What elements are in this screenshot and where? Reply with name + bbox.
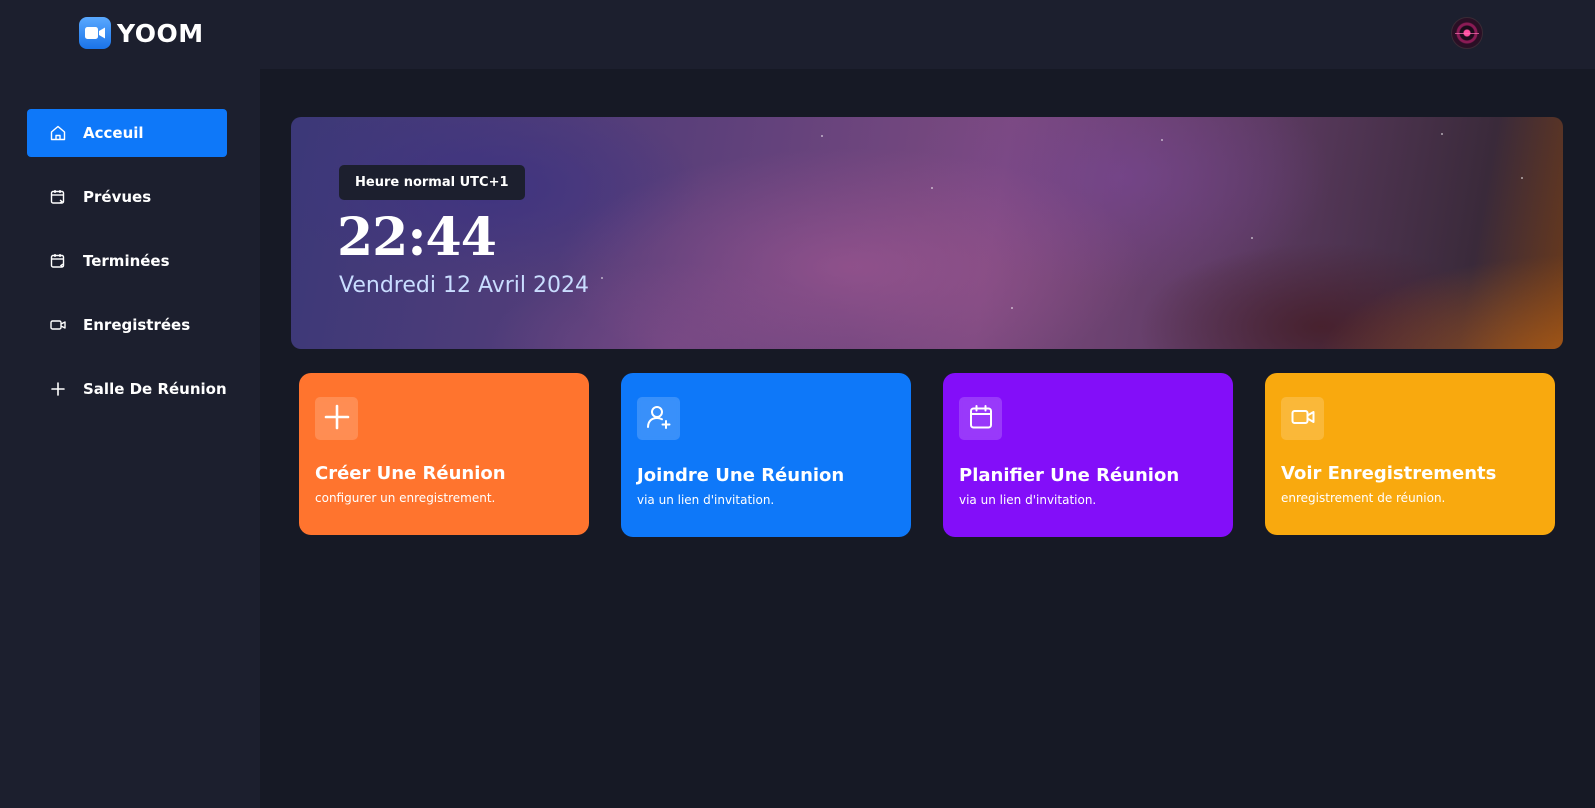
sidebar-item-salle-de-reunion[interactable]: Salle De Réunion	[27, 365, 227, 413]
sidebar-item-label: Enregistrées	[83, 316, 191, 334]
current-date: Vendredi 12 Avril 2024	[339, 273, 589, 298]
user-avatar[interactable]	[1451, 17, 1483, 49]
card-icon-box	[1281, 397, 1324, 440]
card-subtitle: via un lien d'invitation.	[959, 493, 1097, 507]
card-icon-box	[315, 397, 358, 440]
card-icon-box	[637, 397, 680, 440]
sidebar-item-label: Salle De Réunion	[83, 380, 227, 398]
app-name: YOOM	[117, 18, 204, 48]
avatar-decoration	[1455, 33, 1479, 34]
schedule-meeting-card[interactable]: Planifier Une Réunion via un lien d'invi…	[943, 373, 1233, 537]
plus-icon	[323, 403, 351, 435]
video-icon	[1289, 403, 1317, 435]
card-icon-box	[959, 397, 1002, 440]
video-camera-logo-icon	[79, 17, 111, 49]
card-title: Voir Enregistrements	[1281, 463, 1497, 484]
sidebar-item-acceuil[interactable]: Acceuil	[27, 109, 227, 157]
sidebar-item-label: Prévues	[83, 188, 152, 206]
star	[1251, 237, 1253, 239]
star	[1521, 177, 1523, 179]
video-icon	[49, 316, 67, 334]
join-meeting-card[interactable]: Joindre Une Réunion via un lien d'invita…	[621, 373, 911, 537]
sidebar-item-terminees[interactable]: Terminées	[27, 237, 227, 285]
card-subtitle: enregistrement de réunion.	[1281, 491, 1446, 505]
view-recordings-card[interactable]: Voir Enregistrements enregistrement de r…	[1265, 373, 1555, 535]
add-user-icon	[645, 403, 673, 435]
star	[1011, 307, 1013, 309]
calendar-upcoming-icon	[49, 188, 67, 206]
current-time: 22:44	[337, 207, 497, 268]
star	[931, 187, 933, 189]
hero-banner: Heure normal UTC+1 22:44 Vendredi 12 Avr…	[291, 117, 1563, 349]
star	[601, 277, 603, 279]
create-meeting-card[interactable]: Créer Une Réunion configurer un enregist…	[299, 373, 589, 535]
sidebar-item-enregistrees[interactable]: Enregistrées	[27, 301, 227, 349]
plus-icon	[49, 380, 67, 398]
home-icon	[49, 124, 67, 142]
star	[1441, 133, 1443, 135]
card-title: Joindre Une Réunion	[637, 465, 845, 486]
sidebar-item-label: Acceuil	[83, 124, 144, 142]
sidebar-item-label: Terminées	[83, 252, 170, 270]
card-title: Planifier Une Réunion	[959, 465, 1180, 486]
sidebar-item-prevues[interactable]: Prévues	[27, 173, 227, 221]
star	[1161, 139, 1163, 141]
card-title: Créer Une Réunion	[315, 463, 506, 484]
logo[interactable]: YOOM	[79, 17, 204, 49]
timezone-badge: Heure normal UTC+1	[339, 165, 525, 200]
main-content: Heure normal UTC+1 22:44 Vendredi 12 Avr…	[260, 69, 1595, 808]
calendar-previous-icon	[49, 252, 67, 270]
top-navbar: YOOM	[0, 0, 1595, 69]
card-subtitle: configurer un enregistrement.	[315, 491, 496, 505]
calendar-icon	[967, 403, 995, 435]
card-subtitle: via un lien d'invitation.	[637, 493, 775, 507]
sidebar: Acceuil Prévues Terminées Enregistrées S…	[0, 69, 260, 808]
star	[821, 135, 823, 137]
